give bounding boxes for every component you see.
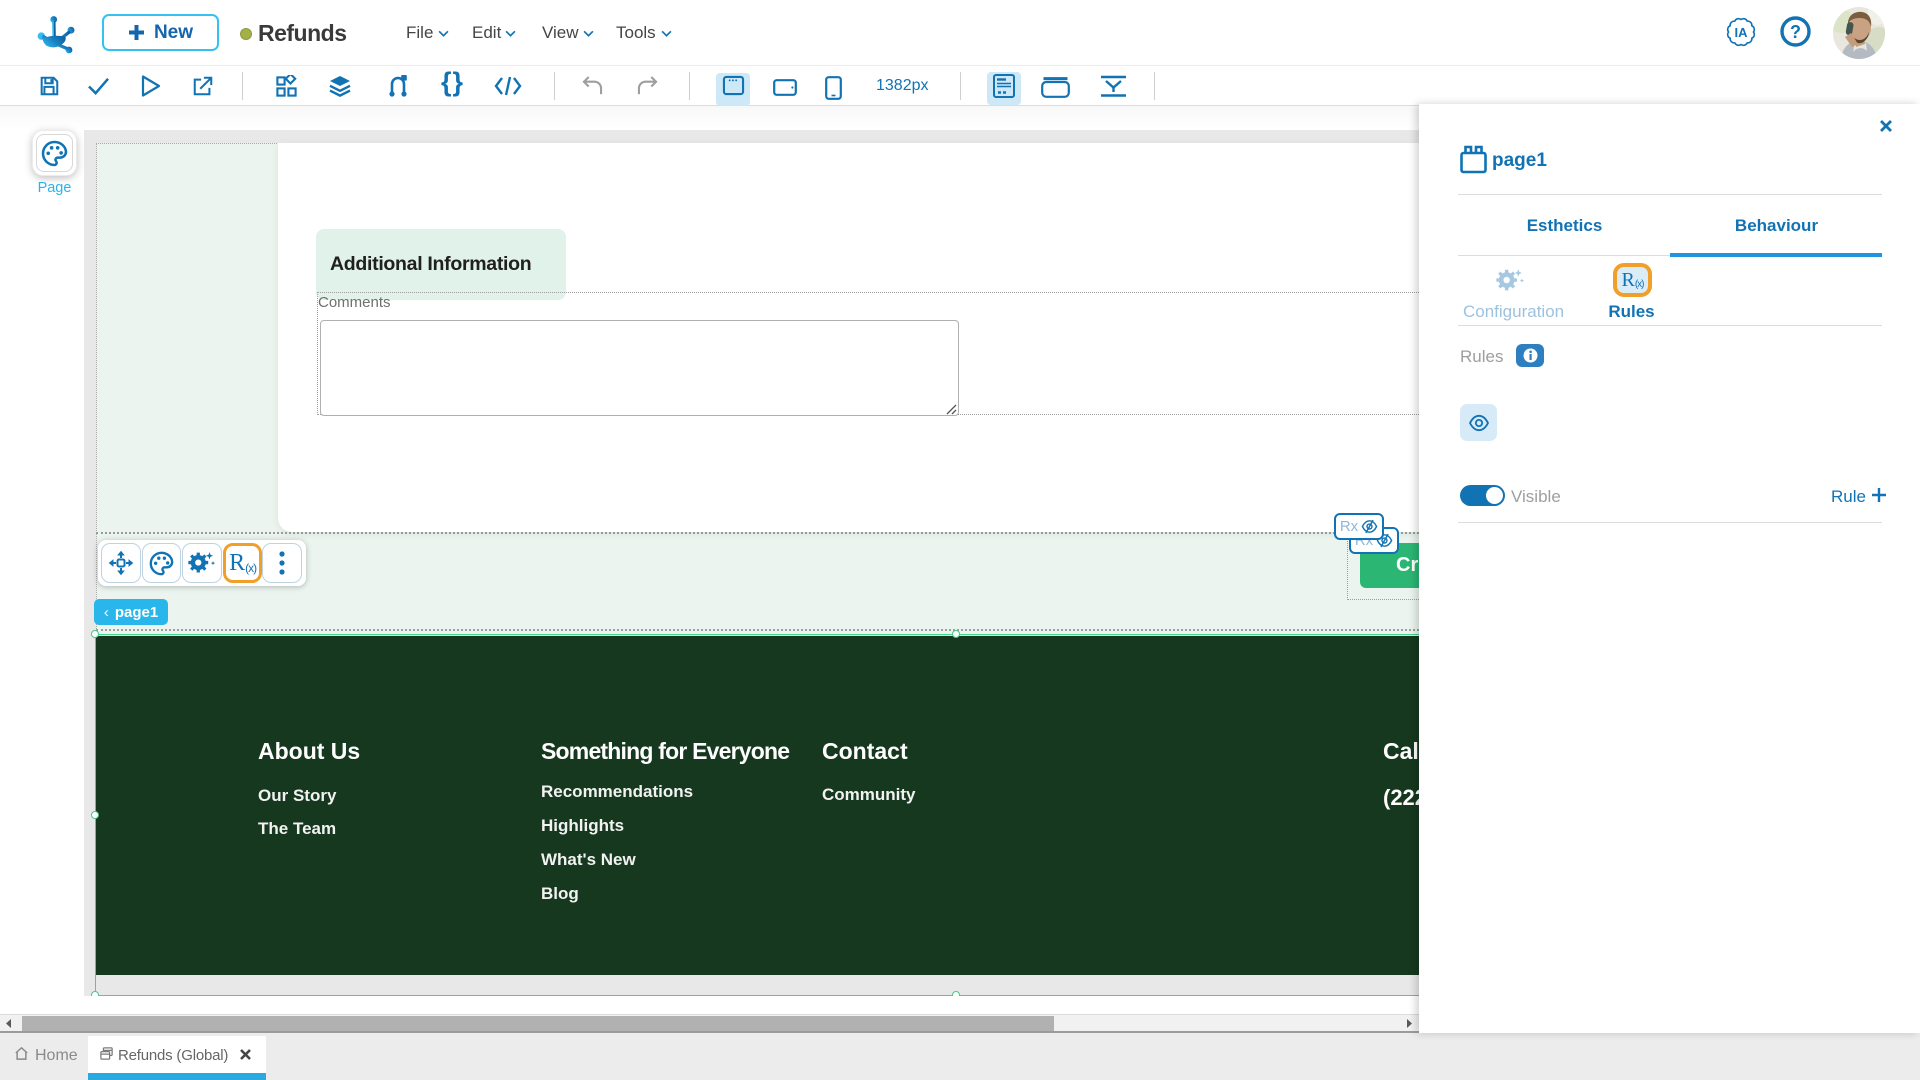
svg-text:?: ? [1790, 22, 1801, 42]
svg-text:IA: IA [1735, 25, 1749, 40]
